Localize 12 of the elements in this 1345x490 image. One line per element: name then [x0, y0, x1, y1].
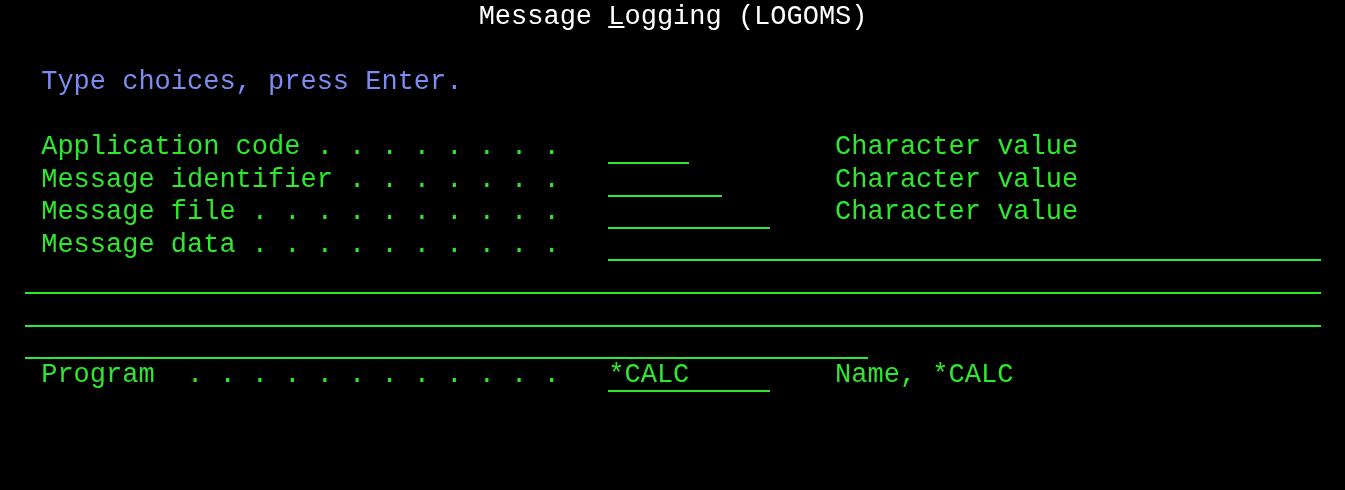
field-hint: Character value [835, 196, 1079, 229]
field-hint: Name, *CALC [835, 358, 1014, 391]
field-hint: Character value [835, 163, 1079, 196]
field-label: Program . . . . . . . . . . . . [41, 359, 560, 390]
field-label: Message identifier . . . . . . . [41, 164, 560, 195]
input-field[interactable]: *CALC [608, 359, 771, 392]
field-hint: Character value [835, 131, 1079, 164]
screen-title: Message Logging (LOGOMS) [478, 1, 868, 34]
field-label: Message data . . . . . . . . . . [41, 229, 560, 260]
field-label: Application code . . . . . . . . [41, 132, 560, 162]
instruction-text: Type choices, press Enter. [41, 67, 463, 97]
field-label: Message file . . . . . . . . . . [41, 197, 560, 227]
